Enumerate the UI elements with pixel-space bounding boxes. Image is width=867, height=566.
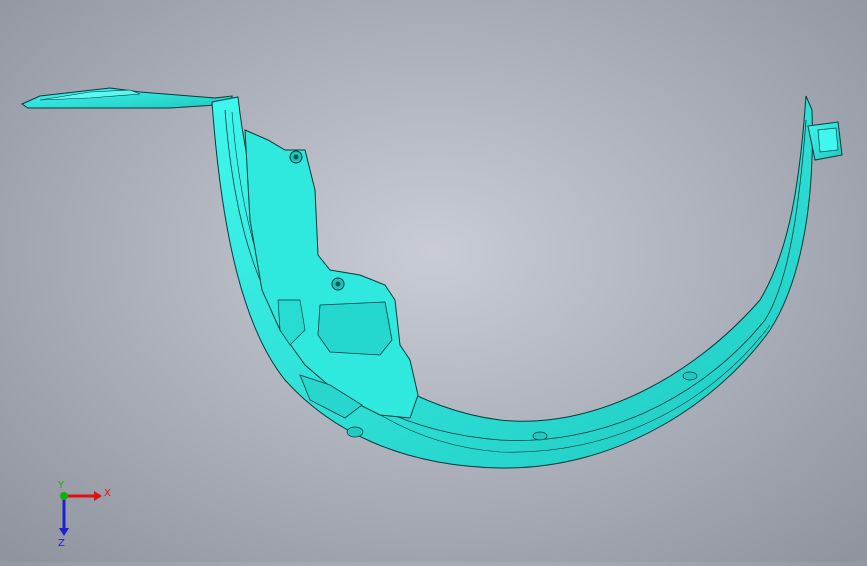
mount-hole-middle [331,277,345,291]
z-axis-label: Z [58,538,65,548]
triad-shadow [64,500,87,530]
coordinate-triad: X Y Z [40,478,120,549]
z-axis-head [59,528,69,536]
lower-tab [346,426,364,438]
x-axis-head [94,491,102,501]
x-axis-label: X [104,488,111,499]
inner-bracket-panel [244,129,419,419]
lower-tab-2 [532,431,548,441]
lower-tab-3 [682,371,698,381]
inner-bracket-recess [317,301,393,356]
3d-viewport[interactable] [0,0,867,562]
mount-hole-upper [289,150,303,164]
y-axis-dot [60,492,68,500]
right-mount-tab-face [817,127,839,153]
part-model[interactable] [0,0,867,562]
y-axis-label: Y [57,480,65,491]
